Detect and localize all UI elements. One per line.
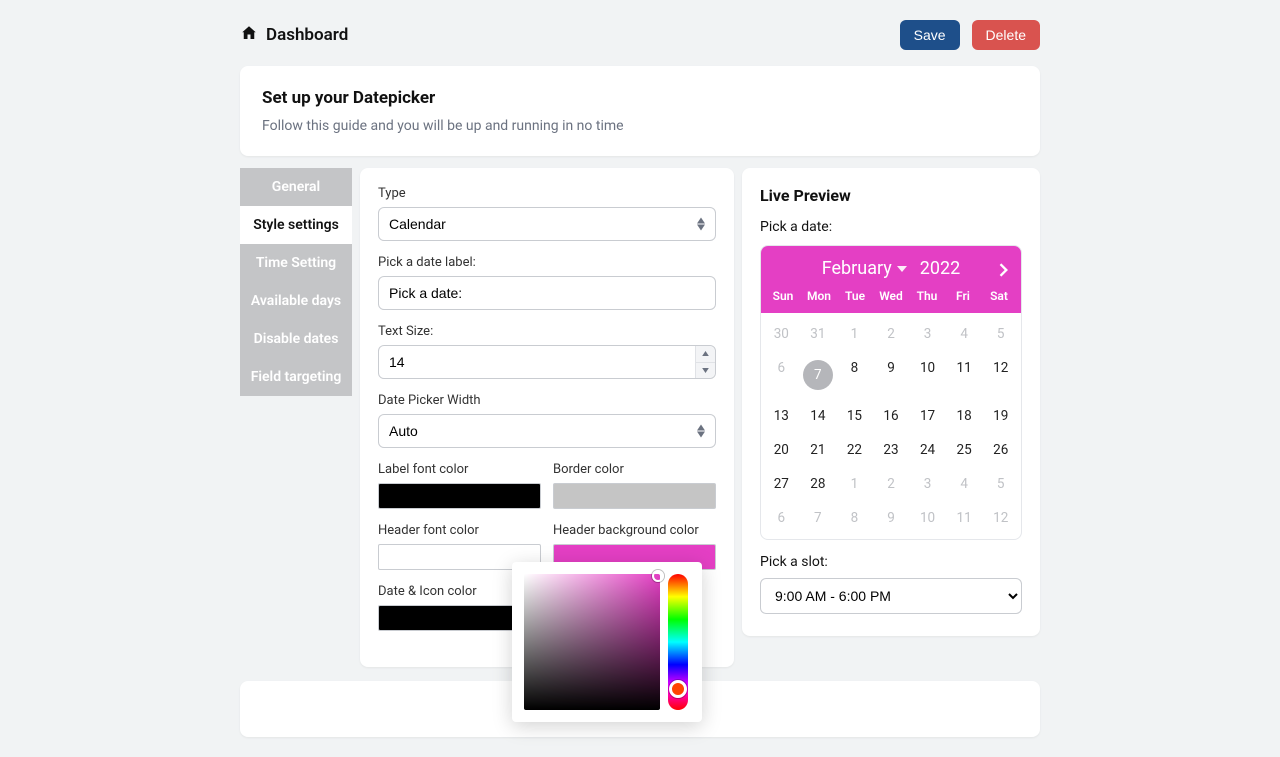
text-size-input[interactable]	[379, 346, 715, 378]
brand: Dashboard	[240, 24, 348, 47]
calendar-day: 4	[946, 469, 983, 499]
calendar-day: 6	[763, 503, 800, 533]
text-size-step-down[interactable]	[696, 363, 715, 379]
calendar-day[interactable]: 12	[982, 353, 1019, 397]
calendar-year-label: 2022	[920, 258, 960, 279]
color-picker-sv-thumb[interactable]	[652, 570, 664, 582]
calendar: February 2022 SunMonTueWedThuFriSat 3031…	[760, 245, 1022, 540]
header-bg-color-label: Header background color	[553, 523, 716, 538]
calendar-day: 8	[836, 503, 873, 533]
calendar-day[interactable]: 14	[800, 401, 837, 431]
calendar-day[interactable]: 22	[836, 435, 873, 465]
calendar-day[interactable]: 8	[836, 353, 873, 397]
calendar-day: 4	[946, 319, 983, 349]
date-label-input[interactable]	[379, 277, 715, 309]
calendar-dow: Sun	[765, 285, 801, 309]
delete-button[interactable]: Delete	[972, 20, 1040, 50]
label-font-color-swatch[interactable]	[378, 483, 541, 509]
calendar-day[interactable]: 27	[763, 469, 800, 499]
type-label: Type	[378, 186, 716, 201]
width-label: Date Picker Width	[378, 393, 716, 408]
tab-available-days[interactable]: Available days	[240, 282, 352, 320]
calendar-month-select[interactable]: February	[822, 258, 908, 279]
calendar-day: 30	[763, 319, 800, 349]
calendar-dow: Mon	[801, 285, 837, 309]
page-title: Set up your Datepicker	[262, 88, 1018, 108]
preview-title: Live Preview	[760, 186, 1022, 205]
calendar-day[interactable]: 21	[800, 435, 837, 465]
intro-card: Set up your Datepicker Follow this guide…	[240, 66, 1040, 156]
calendar-dow: Fri	[945, 285, 981, 309]
calendar-dow: Wed	[873, 285, 909, 309]
calendar-day: 1	[836, 319, 873, 349]
calendar-day[interactable]: 16	[873, 401, 910, 431]
calendar-day: 3	[909, 319, 946, 349]
label-font-color-label: Label font color	[378, 462, 541, 477]
calendar-day[interactable]: 7	[800, 353, 837, 397]
style-settings-card: Type Calendar Pick a date label:	[360, 168, 734, 667]
calendar-day: 2	[873, 469, 910, 499]
calendar-day: 2	[873, 319, 910, 349]
border-color-swatch[interactable]	[553, 483, 716, 509]
slot-select[interactable]: 9:00 AM - 6:00 PM	[760, 578, 1022, 614]
calendar-next-button[interactable]	[997, 263, 1011, 277]
tab-disable-dates[interactable]: Disable dates	[240, 320, 352, 358]
calendar-day[interactable]: 24	[909, 435, 946, 465]
save-button[interactable]: Save	[900, 20, 960, 50]
color-picker-sv-panel[interactable]	[524, 574, 660, 710]
calendar-day[interactable]: 28	[800, 469, 837, 499]
calendar-day[interactable]: 26	[982, 435, 1019, 465]
brand-label: Dashboard	[266, 25, 348, 45]
calendar-day[interactable]: 11	[946, 353, 983, 397]
header-font-color-label: Header font color	[378, 523, 541, 538]
calendar-day: 5	[982, 469, 1019, 499]
page-subtitle: Follow this guide and you will be up and…	[262, 118, 1018, 134]
calendar-month-label: February	[822, 258, 892, 279]
color-picker-popover[interactable]	[512, 562, 702, 722]
tab-field-targeting[interactable]: Field targeting	[240, 358, 352, 396]
calendar-day: 11	[946, 503, 983, 533]
calendar-day[interactable]: 18	[946, 401, 983, 431]
chevron-right-icon	[997, 263, 1011, 277]
calendar-day: 7	[800, 503, 837, 533]
home-icon	[240, 24, 258, 47]
calendar-day: 6	[763, 353, 800, 397]
width-select[interactable]: Auto	[379, 415, 715, 447]
calendar-day: 1	[836, 469, 873, 499]
color-picker-hue-panel[interactable]	[668, 574, 688, 710]
calendar-day: 12	[982, 503, 1019, 533]
calendar-dow: Tue	[837, 285, 873, 309]
calendar-day: 3	[909, 469, 946, 499]
calendar-day: 10	[909, 503, 946, 533]
live-preview-card: Live Preview Pick a date: February 2022	[742, 168, 1040, 636]
color-picker-hue-thumb[interactable]	[669, 680, 687, 698]
calendar-day[interactable]: 15	[836, 401, 873, 431]
pick-slot-label: Pick a slot:	[760, 554, 1022, 570]
chevron-down-icon	[896, 263, 908, 275]
calendar-day[interactable]: 13	[763, 401, 800, 431]
calendar-day[interactable]: 25	[946, 435, 983, 465]
calendar-day[interactable]: 9	[873, 353, 910, 397]
calendar-day: 31	[800, 319, 837, 349]
calendar-dow: Thu	[909, 285, 945, 309]
calendar-day: 9	[873, 503, 910, 533]
calendar-day: 5	[982, 319, 1019, 349]
calendar-day[interactable]: 20	[763, 435, 800, 465]
calendar-day[interactable]: 23	[873, 435, 910, 465]
calendar-day[interactable]: 10	[909, 353, 946, 397]
settings-tabs: GeneralStyle settingsTime SettingAvailab…	[240, 168, 352, 396]
type-select[interactable]: Calendar	[379, 208, 715, 240]
preview-pick-date-label: Pick a date:	[760, 219, 1022, 235]
calendar-day[interactable]: 19	[982, 401, 1019, 431]
tab-style-settings[interactable]: Style settings	[240, 206, 352, 244]
calendar-day[interactable]: 17	[909, 401, 946, 431]
calendar-dow: Sat	[981, 285, 1017, 309]
text-size-label: Text Size:	[378, 324, 716, 339]
date-label-label: Pick a date label:	[378, 255, 716, 270]
tab-time-setting[interactable]: Time Setting	[240, 244, 352, 282]
border-color-label: Border color	[553, 462, 716, 477]
text-size-step-up[interactable]	[696, 346, 715, 363]
tab-general[interactable]: General	[240, 168, 352, 206]
